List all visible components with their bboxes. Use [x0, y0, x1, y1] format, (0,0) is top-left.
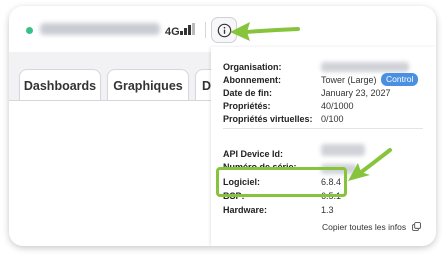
- subscription-badge: Control: [381, 73, 419, 86]
- copy-icon: [412, 222, 422, 231]
- virtual-properties-value: 0/100: [321, 114, 344, 124]
- api-device-id-label: API Device Id:: [223, 149, 284, 159]
- hardware-label: Hardware:: [223, 205, 268, 215]
- panel-divider: [223, 128, 423, 129]
- organisation-value-redacted: [321, 62, 409, 72]
- api-device-id-value-redacted: [321, 144, 365, 156]
- properties-label: Propriétés:: [223, 101, 271, 111]
- info-button[interactable]: [211, 17, 237, 43]
- info-circle-icon: [217, 23, 231, 37]
- virtual-properties-label: Propriétés virtuelles:: [223, 114, 313, 124]
- device-info-popover: Organisation: Abonnement: Tower (Large) …: [211, 47, 436, 246]
- network-type: 4G: [165, 26, 180, 38]
- device-header: 4G: [9, 6, 436, 52]
- tab-label: Graphiques: [113, 78, 183, 93]
- device-window: 4G Dashboards Graphiques Don: [9, 6, 436, 246]
- header-divider: [205, 22, 206, 38]
- subscription-label: Abonnement:: [223, 75, 281, 85]
- status-online-dot: [26, 27, 33, 34]
- organisation-label: Organisation:: [223, 62, 282, 72]
- device-name-redacted: [40, 23, 160, 35]
- properties-value: 40/1000: [321, 101, 354, 111]
- copy-all-info-label: Copier toutes les infos: [322, 222, 407, 232]
- tab-label: Dashboards: [23, 78, 97, 93]
- version-highlight-box: [216, 167, 347, 197]
- end-date-value: January 23, 2027: [321, 88, 391, 98]
- tab-graphiques[interactable]: Graphiques: [107, 69, 189, 101]
- hardware-value: 1.3: [321, 205, 334, 215]
- copy-all-info-button[interactable]: Copier toutes les infos: [322, 222, 422, 232]
- end-date-label: Date de fin:: [223, 88, 273, 98]
- tab-dashboards[interactable]: Dashboards: [19, 69, 101, 101]
- signal-strength-icon: [180, 23, 196, 35]
- subscription-value: Tower (Large): [321, 75, 377, 85]
